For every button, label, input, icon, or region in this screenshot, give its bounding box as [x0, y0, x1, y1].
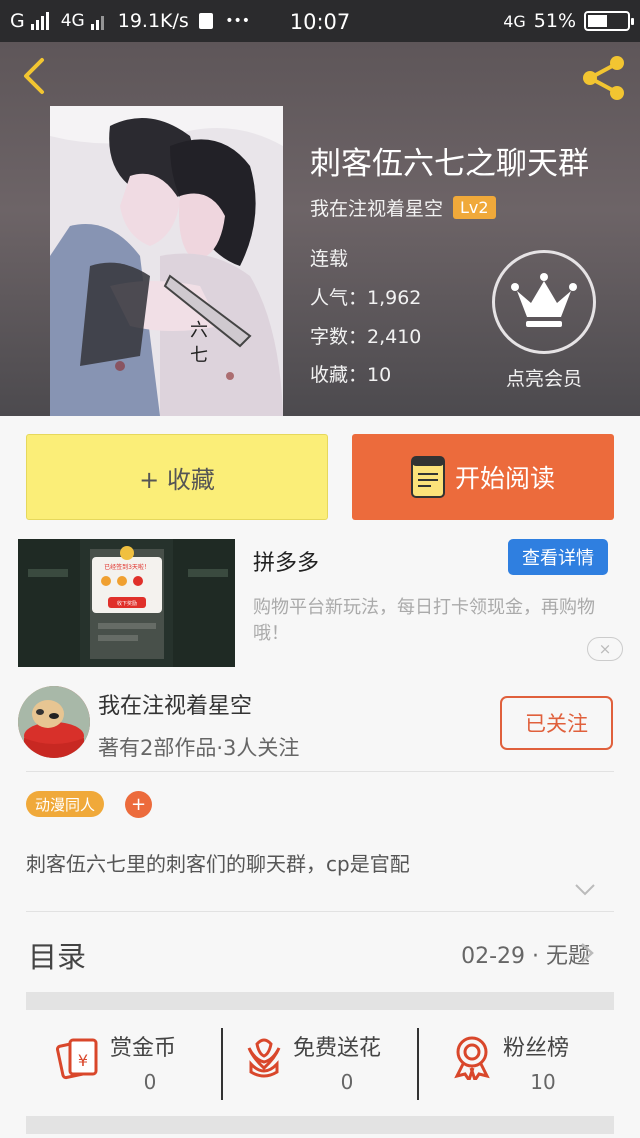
start-reading-label: 开始阅读	[454, 464, 555, 493]
collect-button[interactable]: + 收藏	[26, 434, 328, 520]
chevron-down-icon	[575, 884, 595, 896]
ad-banner[interactable]: 已经签到3天啦！ 收下奖励 拼多多 查看详情 购物平台新玩法，每日打卡领现金，再…	[0, 537, 640, 669]
book-description: 刺客伍六七里的刺客们的聊天群，cp是官配	[26, 852, 410, 876]
stat-free-flowers[interactable]: 免费送花 0	[223, 1020, 417, 1104]
stats-row: ¥ 赏金币 0 免费送花 0 粉丝榜 10	[0, 1020, 640, 1104]
ad-title: 拼多多	[253, 551, 320, 576]
ad-thumb-button: 收下奖励	[117, 600, 137, 607]
stat-value: 10	[530, 1070, 556, 1094]
author-card-meta: 著有2部作品·3人关注	[98, 736, 300, 760]
chevron-right-icon	[581, 943, 594, 963]
stat-value: 0	[340, 1070, 354, 1094]
stat-fan-ranking[interactable]: 粉丝榜 10	[419, 1020, 640, 1104]
crown-icon	[511, 273, 577, 327]
member-label: 点亮会员	[505, 368, 582, 390]
start-reading-button[interactable]: 开始阅读	[352, 434, 614, 520]
stat-bounty-coins[interactable]: ¥ 赏金币 0	[0, 1020, 220, 1104]
back-button[interactable]	[16, 56, 56, 96]
plus-icon: +	[130, 794, 147, 815]
word-count-stat: 字数：2,410	[310, 326, 422, 348]
clock: 10:07	[289, 10, 351, 34]
red-envelope-icon: ¥	[56, 1038, 98, 1080]
serial-status: 连载	[310, 248, 349, 270]
ad-description: 购物平台新玩法，每日打卡领现金，再购物哦！	[253, 597, 595, 644]
toc-label: 目录	[28, 940, 87, 974]
book-header: 六 七 刺客伍六七之聊天群 我在注视着星空 Lv2 连载 人气：1,962 字数…	[0, 42, 640, 416]
chevron-left-icon	[24, 58, 44, 94]
ad-view-details-button[interactable]: 查看详情	[508, 539, 608, 575]
share-icon	[583, 56, 624, 100]
ad-thumb-banner: 已经签到3天啦！	[104, 563, 150, 571]
ad-thumbnail-illustration: 已经签到3天啦！ 收下奖励	[18, 539, 235, 667]
ad-thumbnail-image[interactable]: 已经签到3天啦！ 收下奖励	[18, 539, 235, 667]
tag-anime-fanfic[interactable]: 动漫同人	[26, 791, 105, 817]
stat-label: 免费送花	[293, 1036, 382, 1061]
avatar-illustration	[18, 686, 90, 758]
popularity-stat: 人气：1,962	[310, 287, 422, 309]
latest-chapter: 02-29 · 无题	[461, 944, 590, 969]
section-separator	[26, 1116, 614, 1134]
followed-button[interactable]: 已关注	[500, 696, 613, 750]
status-bar: G 4G 19.1K/s ••• 10:07 4G 51%	[0, 0, 640, 42]
author-row: 我在注视着星空 Lv2	[310, 194, 496, 221]
flower-icon	[247, 1038, 281, 1078]
ad-close-button[interactable]: ×	[587, 637, 623, 661]
svg-text:七: 七	[190, 345, 208, 366]
member-button[interactable]	[492, 250, 596, 354]
ribbon-medal-icon	[454, 1036, 490, 1080]
author-name[interactable]: 我在注视着星空	[310, 194, 443, 221]
stat-value: 0	[143, 1070, 157, 1094]
add-tag-button[interactable]: +	[125, 791, 152, 818]
avatar[interactable]	[18, 686, 90, 758]
stat-label: 赏金币	[110, 1036, 177, 1061]
divider	[26, 771, 614, 772]
svg-text:¥: ¥	[78, 1051, 88, 1070]
svg-text:六: 六	[190, 320, 208, 341]
book-title: 刺客伍六七之聊天群	[310, 146, 589, 182]
expand-button[interactable]	[574, 882, 596, 896]
book-icon	[410, 456, 445, 498]
stat-label: 粉丝榜	[503, 1036, 570, 1061]
share-button[interactable]	[578, 52, 630, 104]
table-of-contents-row[interactable]: 目录 02-29 · 无题	[0, 914, 640, 992]
book-cover-image[interactable]: 六 七	[50, 106, 283, 416]
close-icon: ×	[598, 640, 612, 658]
section-separator	[26, 992, 614, 1010]
author-card-name: 我在注视着星空	[98, 694, 253, 719]
favorites-stat: 收藏：10	[310, 364, 392, 386]
battery-icon	[584, 11, 634, 31]
divider	[26, 911, 614, 912]
author-card[interactable]: 我在注视着星空 著有2部作品·3人关注 已关注	[0, 678, 640, 770]
cover-illustration: 六 七	[50, 106, 283, 416]
level-badge: Lv2	[453, 196, 496, 219]
